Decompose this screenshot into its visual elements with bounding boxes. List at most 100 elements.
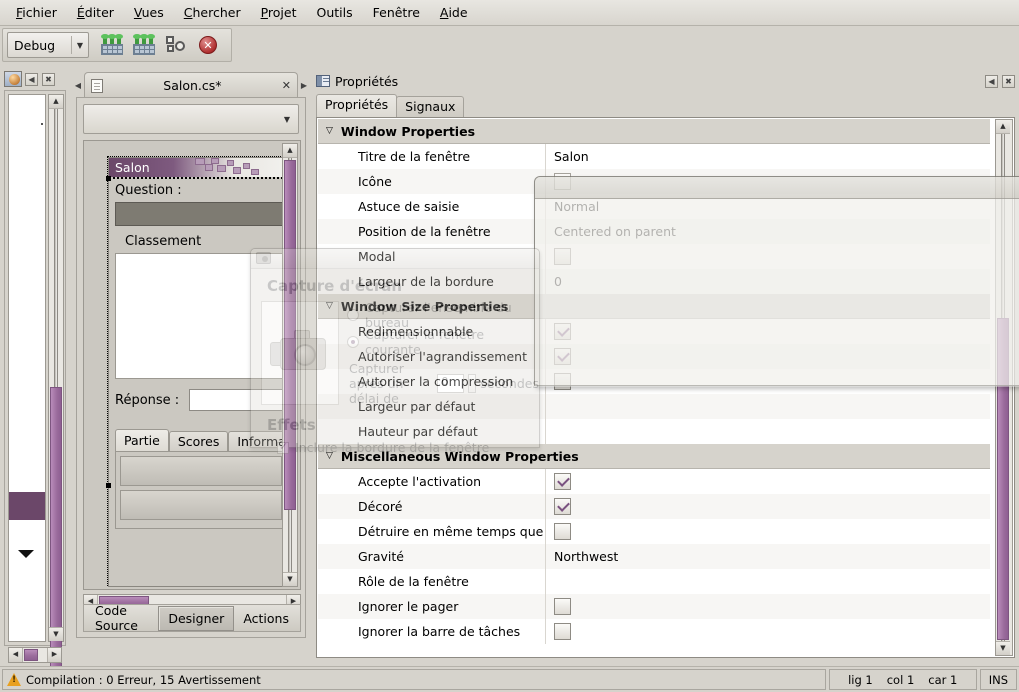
property-value[interactable]: [546, 323, 990, 340]
toolbox-widget-list[interactable]: [8, 94, 46, 642]
toolbox-minimize-button[interactable]: ◀: [25, 72, 38, 86]
group-header-window-properties[interactable]: ▽ Window Properties: [318, 119, 990, 144]
scroll-up-icon[interactable]: ▲: [996, 120, 1010, 134]
designed-window-salon[interactable]: Salon Question: Classement Réponse: Pa…: [106, 156, 284, 587]
stop-button[interactable]: ✕: [193, 30, 223, 60]
property-value[interactable]: Normal: [546, 199, 990, 214]
menu-item-outils[interactable]: Outils: [307, 2, 363, 23]
checkbox-icon[interactable]: [554, 598, 571, 615]
view-tab-actions[interactable]: Actions: [234, 607, 298, 630]
checkbox-icon[interactable]: [554, 523, 571, 540]
scroll-up-icon[interactable]: ▲: [49, 95, 63, 109]
view-tab-code-source[interactable]: Code Source: [86, 599, 158, 637]
scrollbar-thumb[interactable]: [284, 160, 296, 510]
close-icon[interactable]: ✕: [282, 79, 291, 92]
resize-handle[interactable]: [106, 176, 111, 181]
view-tab-designer[interactable]: Designer: [158, 605, 235, 631]
property-value[interactable]: [546, 348, 990, 365]
menu-item-fenetre[interactable]: Fenêtre: [363, 2, 430, 23]
notebook-item[interactable]: [120, 456, 282, 486]
scrollbar-thumb[interactable]: [997, 318, 1009, 640]
notebook-tab-partie[interactable]: Partie: [115, 429, 169, 451]
table-row[interactable]: Autoriser la compression: [318, 369, 990, 394]
chevron-down-icon[interactable]: ▽: [326, 301, 333, 311]
property-value[interactable]: Centered on parent: [546, 224, 990, 239]
checkbox-icon[interactable]: [554, 373, 571, 390]
group-header-window-size-properties[interactable]: ▽ Window Size Properties: [318, 294, 990, 319]
notebook-item[interactable]: [120, 490, 282, 520]
table-row[interactable]: Position de la fenêtre Centered on paren…: [318, 219, 990, 244]
canvas-vertical-scrollbar[interactable]: ▲ ▼: [282, 143, 298, 587]
chevron-down-icon[interactable]: ▽: [326, 451, 333, 461]
table-row[interactable]: Détruire en même temps que: [318, 519, 990, 544]
checkbox-checked-icon[interactable]: [554, 348, 571, 365]
chevron-down-icon[interactable]: ▽: [326, 126, 333, 136]
property-value[interactable]: [546, 373, 990, 390]
table-row[interactable]: Décoré: [318, 494, 990, 519]
toolbox-selected-item[interactable]: [9, 492, 45, 520]
table-row[interactable]: Ignorer le pager: [318, 594, 990, 619]
notebook-tab-information[interactable]: Information: [228, 431, 284, 451]
rebuild-button[interactable]: [129, 30, 159, 60]
property-value[interactable]: [546, 623, 990, 640]
property-value[interactable]: [546, 248, 990, 265]
status-insert-mode[interactable]: INS: [979, 669, 1017, 690]
scrollbar-thumb-h[interactable]: [24, 649, 38, 661]
widget-selector-combo[interactable]: ▼: [83, 104, 299, 134]
scroll-down-icon[interactable]: ▼: [49, 627, 63, 641]
build-button[interactable]: [97, 30, 127, 60]
reponse-input[interactable]: [189, 389, 284, 411]
property-value[interactable]: 0: [546, 274, 990, 289]
table-row[interactable]: Autoriser l'agrandissement: [318, 344, 990, 369]
run-button[interactable]: [161, 30, 191, 60]
scrollbar-thumb[interactable]: [50, 387, 62, 687]
menu-item-vues[interactable]: Vues: [124, 2, 174, 23]
property-value[interactable]: [546, 598, 990, 615]
scroll-down-icon[interactable]: ▼: [996, 641, 1010, 655]
notebook-tab-scores[interactable]: Scores: [168, 431, 229, 451]
table-row[interactable]: Modal: [318, 244, 990, 269]
menu-item-chercher[interactable]: Chercher: [174, 2, 251, 23]
expander-caret-icon[interactable]: [18, 550, 34, 558]
toolbox-horizontal-scrollbar[interactable]: ◀ ▶: [8, 647, 62, 663]
resize-handle[interactable]: [106, 483, 111, 488]
designer-canvas-inner[interactable]: Salon Question: Classement Réponse: Pa…: [86, 143, 284, 587]
table-row[interactable]: Redimensionnable: [318, 319, 990, 344]
properties-close-button[interactable]: ✖: [1002, 74, 1015, 88]
menu-item-aide[interactable]: Aide: [430, 2, 478, 23]
group-header-miscellaneous-window-properties[interactable]: ▽ Miscellaneous Window Properties: [318, 444, 990, 469]
tab-proprietes[interactable]: Propriétés: [316, 94, 398, 118]
designer-canvas[interactable]: Salon Question: Classement Réponse: Pa…: [83, 140, 301, 590]
table-row[interactable]: Ignorer la barre de tâches: [318, 619, 990, 644]
chevron-down-icon[interactable]: ▼: [72, 41, 88, 50]
checkbox-icon[interactable]: [554, 248, 571, 265]
property-value[interactable]: [546, 173, 990, 190]
classement-list[interactable]: [115, 253, 284, 379]
menu-item-projet[interactable]: Projet: [251, 2, 307, 23]
table-row[interactable]: Icône: [318, 169, 990, 194]
checkbox-checked-icon[interactable]: [554, 498, 571, 515]
checkbox-icon[interactable]: [554, 623, 571, 640]
table-row[interactable]: Rôle de la fenêtre: [318, 569, 990, 594]
document-tab-salon[interactable]: Salon.cs* ✕: [84, 72, 298, 98]
scroll-up-icon[interactable]: ▲: [283, 144, 297, 158]
property-value[interactable]: Northwest: [546, 549, 990, 564]
properties-vertical-scrollbar[interactable]: ▲ ▼: [995, 119, 1013, 656]
tab-signaux[interactable]: Signaux: [396, 96, 465, 118]
configuration-combo[interactable]: Debug ▼: [7, 32, 89, 58]
property-value[interactable]: [546, 498, 990, 515]
toolbox-vertical-scrollbar[interactable]: ▲ ▼: [48, 94, 64, 687]
tab-scroll-right-icon[interactable]: ▶: [298, 81, 310, 98]
table-row[interactable]: Gravité Northwest: [318, 544, 990, 569]
question-entry[interactable]: [115, 202, 284, 226]
table-row[interactable]: Titre de la fenêtre Salon: [318, 144, 990, 169]
table-row[interactable]: Accepte l'activation: [318, 469, 990, 494]
checkbox-checked-icon[interactable]: [554, 473, 571, 490]
table-row[interactable]: Hauteur par défaut: [318, 419, 990, 444]
property-value[interactable]: [546, 473, 990, 490]
property-value[interactable]: Salon: [546, 149, 990, 164]
scroll-right-icon[interactable]: ▶: [47, 648, 61, 662]
scroll-left-icon[interactable]: ◀: [9, 648, 23, 662]
menu-item-fichier[interactable]: Fichier: [6, 2, 67, 23]
table-row[interactable]: Largeur de la bordure 0: [318, 269, 990, 294]
